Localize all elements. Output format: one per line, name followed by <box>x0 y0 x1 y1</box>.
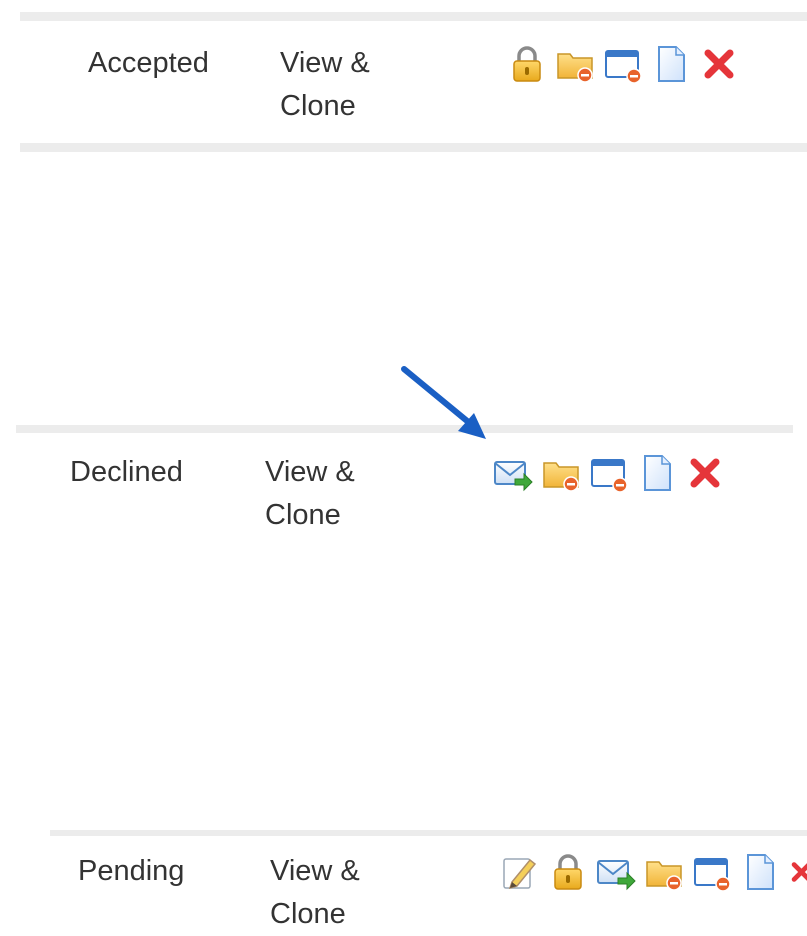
table-row: Pending View & Clone <box>0 836 807 930</box>
folder-icon[interactable] <box>541 453 581 493</box>
status-pending: Pending <box>78 855 185 887</box>
table-row: Accepted View & Clone <box>0 0 807 143</box>
document-icon[interactable] <box>651 44 691 84</box>
row-actions <box>507 44 739 84</box>
lock-icon[interactable] <box>507 44 547 84</box>
lock-icon[interactable] <box>548 852 588 892</box>
row-actions <box>500 852 807 892</box>
window-icon[interactable] <box>692 852 732 892</box>
document-icon[interactable] <box>637 453 677 493</box>
delete-icon[interactable] <box>788 852 807 892</box>
delete-icon[interactable] <box>685 453 725 493</box>
row-divider <box>20 143 807 152</box>
document-icon[interactable] <box>740 852 780 892</box>
delete-icon[interactable] <box>699 44 739 84</box>
table-row: Declined View & Clone <box>0 433 807 813</box>
folder-icon[interactable] <box>555 44 595 84</box>
folder-icon[interactable] <box>644 852 684 892</box>
row-actions <box>493 453 725 493</box>
edit-icon[interactable] <box>500 852 540 892</box>
status-accepted: Accepted <box>88 47 209 79</box>
view-clone-link[interactable]: View & Clone <box>270 850 400 936</box>
email-forward-icon[interactable] <box>493 453 533 493</box>
window-icon[interactable] <box>603 44 643 84</box>
status-declined: Declined <box>70 456 183 488</box>
view-clone-link[interactable]: View & Clone <box>265 451 395 537</box>
window-icon[interactable] <box>589 453 629 493</box>
email-forward-icon[interactable] <box>596 852 636 892</box>
view-clone-link[interactable]: View & Clone <box>280 42 410 128</box>
